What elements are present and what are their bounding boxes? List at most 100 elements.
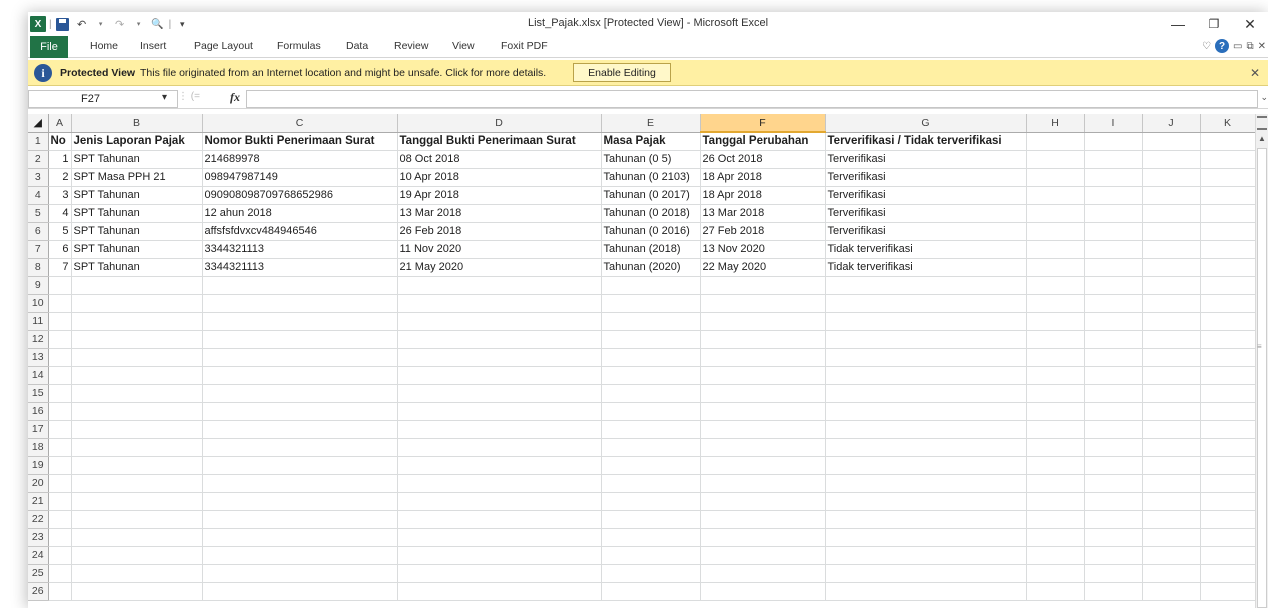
cell[interactable]: [700, 510, 826, 529]
scroll-up-icon[interactable]: ▲: [1256, 134, 1268, 148]
cell[interactable]: [202, 474, 398, 493]
row-header[interactable]: 25: [28, 564, 49, 583]
cell[interactable]: [601, 402, 701, 421]
cell[interactable]: [71, 294, 203, 313]
cell[interactable]: [1026, 294, 1085, 313]
cell[interactable]: [1142, 222, 1201, 241]
cell[interactable]: 08 Oct 2018: [397, 150, 602, 169]
cell[interactable]: SPT Tahunan: [71, 240, 203, 259]
cell[interactable]: [700, 546, 826, 565]
enable-editing-button[interactable]: Enable Editing: [573, 63, 671, 82]
cell[interactable]: [601, 456, 701, 475]
cell[interactable]: [397, 384, 602, 403]
protected-view-bar[interactable]: i Protected View This file originated fr…: [28, 60, 1268, 86]
cell[interactable]: [1200, 528, 1256, 547]
cell[interactable]: [1026, 258, 1085, 277]
cell[interactable]: [71, 546, 203, 565]
select-all-corner[interactable]: ◢: [28, 114, 49, 133]
cell[interactable]: [825, 474, 1027, 493]
cell[interactable]: [202, 348, 398, 367]
cell[interactable]: [397, 456, 602, 475]
tab-formulas[interactable]: Formulas: [277, 40, 321, 52]
cell[interactable]: [48, 276, 72, 295]
cell[interactable]: [1200, 186, 1256, 205]
cell[interactable]: [1200, 402, 1256, 421]
expand-formula-bar-icon[interactable]: ⌄: [1260, 92, 1268, 103]
cell[interactable]: [1200, 312, 1256, 331]
cell[interactable]: [1142, 186, 1201, 205]
cell[interactable]: [1142, 312, 1201, 331]
cell[interactable]: Tahunan (0 5): [601, 150, 701, 169]
cell[interactable]: [71, 456, 203, 475]
column-header-a[interactable]: A: [48, 114, 72, 133]
cell[interactable]: [1142, 564, 1201, 583]
formula-input[interactable]: [246, 90, 1258, 108]
cell[interactable]: [825, 546, 1027, 565]
cell[interactable]: [71, 438, 203, 457]
row-header[interactable]: 21: [28, 492, 49, 511]
column-header-e[interactable]: E: [601, 114, 701, 133]
cell[interactable]: 3344321113: [202, 240, 398, 259]
cell[interactable]: [1142, 420, 1201, 439]
cell[interactable]: [601, 276, 701, 295]
cell[interactable]: [48, 330, 72, 349]
cell[interactable]: [1026, 438, 1085, 457]
cell[interactable]: [825, 384, 1027, 403]
cell[interactable]: 7: [48, 258, 72, 277]
cell[interactable]: [48, 564, 72, 583]
cell[interactable]: [825, 456, 1027, 475]
cell[interactable]: [397, 474, 602, 493]
worksheet-grid[interactable]: ◢ A B C D E F G H I J K 1 No Jenis Laporan…: [28, 114, 1268, 608]
cell[interactable]: [1142, 348, 1201, 367]
cell[interactable]: [397, 294, 602, 313]
cell[interactable]: [1026, 240, 1085, 259]
cell[interactable]: [1142, 438, 1201, 457]
help-icon[interactable]: ?: [1215, 39, 1230, 53]
cell[interactable]: [700, 348, 826, 367]
workbook-close-icon[interactable]: ✕: [1258, 41, 1266, 52]
cell[interactable]: [1026, 492, 1085, 511]
column-header-i[interactable]: I: [1084, 114, 1143, 133]
cell[interactable]: [202, 492, 398, 511]
split-handle[interactable]: [1257, 116, 1267, 130]
cell[interactable]: [1200, 384, 1256, 403]
cell[interactable]: [1200, 546, 1256, 565]
cell[interactable]: [397, 510, 602, 529]
cell[interactable]: [71, 330, 203, 349]
cell[interactable]: [202, 330, 398, 349]
cell[interactable]: [1026, 582, 1085, 601]
row-header[interactable]: 5: [28, 204, 49, 223]
workbook-minimize-icon[interactable]: ▭: [1233, 41, 1242, 52]
cell[interactable]: [397, 366, 602, 385]
cell[interactable]: [1026, 366, 1085, 385]
cell[interactable]: [700, 384, 826, 403]
cell[interactable]: [397, 420, 602, 439]
cell[interactable]: [1142, 132, 1201, 151]
row-header[interactable]: 1: [28, 132, 49, 151]
cell[interactable]: [71, 384, 203, 403]
cell[interactable]: [1026, 348, 1085, 367]
cell[interactable]: [1026, 276, 1085, 295]
cell[interactable]: [202, 456, 398, 475]
tab-insert[interactable]: Insert: [140, 40, 166, 52]
cell[interactable]: [71, 366, 203, 385]
cell[interactable]: [700, 492, 826, 511]
column-header-j[interactable]: J: [1142, 114, 1201, 133]
column-header-g[interactable]: G: [825, 114, 1027, 133]
tab-page-layout[interactable]: Page Layout: [194, 40, 253, 52]
cell[interactable]: [48, 348, 72, 367]
cell[interactable]: [71, 564, 203, 583]
cell[interactable]: 3344321113: [202, 258, 398, 277]
column-header-c[interactable]: C: [202, 114, 398, 133]
cell[interactable]: Terverifikasi: [825, 150, 1027, 169]
cell[interactable]: [397, 348, 602, 367]
cell[interactable]: [825, 330, 1027, 349]
cell[interactable]: [1026, 330, 1085, 349]
cell[interactable]: 13 Nov 2020: [700, 240, 826, 259]
cell[interactable]: [202, 384, 398, 403]
cell[interactable]: Tanggal Bukti Penerimaan Surat: [397, 132, 602, 151]
tab-data[interactable]: Data: [346, 40, 368, 52]
tab-view[interactable]: View: [452, 40, 475, 52]
cell[interactable]: 26 Feb 2018: [397, 222, 602, 241]
cell[interactable]: [1084, 168, 1143, 187]
